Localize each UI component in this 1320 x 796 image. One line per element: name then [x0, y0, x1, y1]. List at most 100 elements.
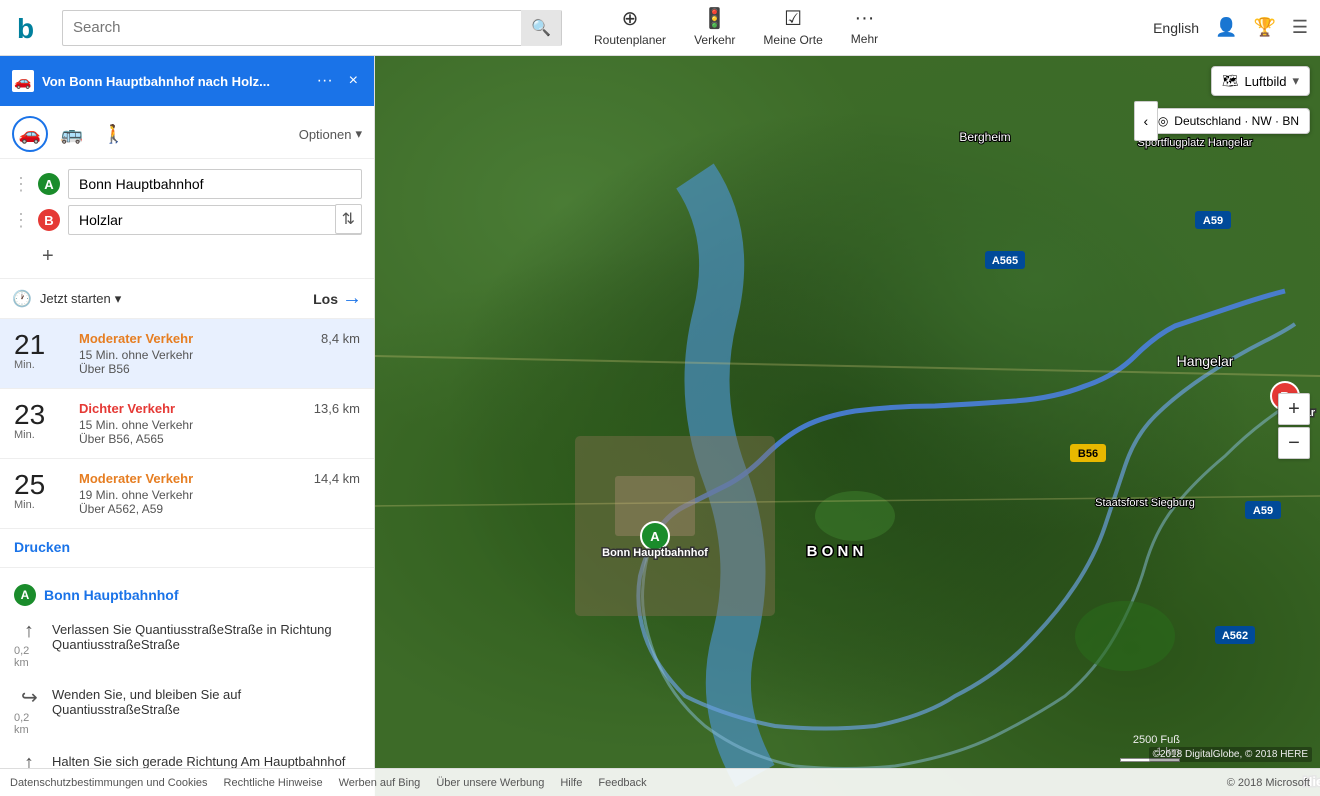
- footer-advertise[interactable]: Werben auf Bing: [339, 777, 421, 789]
- nav-more[interactable]: ··· Mehr: [839, 3, 890, 52]
- turn-by-turn: A Bonn Hauptbahnhof ↑ 0,2 km Verlassen S…: [0, 568, 374, 795]
- traffic-icon: 🚦: [702, 6, 727, 31]
- footer-copyright: © 2018 Microsoft: [1227, 777, 1310, 789]
- bing-logo[interactable]: b: [12, 8, 52, 48]
- depart-row: 🕐 Jetzt starten ▾ Los →: [0, 279, 374, 319]
- header-right: English 👤 🏆 ☰: [1153, 17, 1308, 38]
- route-time-1: 21 Min.: [14, 331, 69, 371]
- map-toggle-arrow-icon: ▾: [1292, 73, 1299, 89]
- traffic-label-3: Moderater Verkehr: [79, 471, 314, 486]
- route-distance-3: 14,4 km: [314, 471, 360, 486]
- svg-text:A59: A59: [1253, 505, 1273, 517]
- svg-text:B O N N: B O N N: [807, 543, 864, 560]
- route-mins-2: 23: [14, 401, 69, 429]
- depart-button[interactable]: Jetzt starten ▾: [40, 291, 121, 307]
- map-view-icon: 🗺: [1222, 73, 1239, 89]
- svg-text:Bergheim: Bergheim: [959, 130, 1010, 144]
- zoom-in-button[interactable]: +: [1278, 393, 1310, 425]
- search-button[interactable]: 🔍: [521, 10, 561, 46]
- route-details-3: Moderater Verkehr 19 Min. ohne Verkehr Ü…: [69, 471, 314, 516]
- turn-step-1: ↑ 0,2 km Verlassen Sie QuantiusstraßeStr…: [0, 612, 374, 677]
- go-button[interactable]: Los →: [313, 287, 362, 310]
- trophy-icon-button[interactable]: 🏆: [1253, 17, 1275, 38]
- add-stop-row: +: [12, 241, 362, 268]
- svg-text:A565: A565: [992, 255, 1018, 267]
- car-mode-button[interactable]: 🚗: [12, 116, 48, 152]
- route-option-3[interactable]: 25 Min. Moderater Verkehr 19 Min. ohne V…: [0, 459, 374, 529]
- sidebar-header: 🚗 Von Bonn Hauptbahnhof nach Holz... ···…: [0, 56, 374, 106]
- ellipsis-icon: ···: [317, 72, 333, 89]
- start-waypoint-marker: A: [14, 584, 36, 606]
- route-sub-1: 15 Min. ohne Verkehr: [79, 348, 321, 362]
- turn-icon-col-2: ↩ 0,2 km: [14, 685, 44, 736]
- map-copyright: ©2018 DigitalGlobe, © 2018 HERE: [1149, 747, 1312, 762]
- turn-instruction-2: Wenden Sie, und bleiben Sie auf Quantius…: [44, 685, 360, 717]
- user-icon-button[interactable]: 👤: [1215, 17, 1237, 38]
- options-label: Optionen: [299, 127, 352, 142]
- route-options: 21 Min. Moderater Verkehr 15 Min. ohne V…: [0, 319, 374, 796]
- myplaces-icon: ☑: [784, 6, 802, 31]
- route-details-2: Dichter Verkehr 15 Min. ohne Verkehr Übe…: [69, 401, 314, 446]
- map-area[interactable]: A B Bonn Hauptbahnhof Holzlar Bergheim S…: [375, 56, 1320, 796]
- trophy-icon: 🏆: [1253, 17, 1275, 37]
- language-button[interactable]: English: [1153, 20, 1199, 36]
- header: b 🔍 ⊕ Routenplaner 🚦 Verkehr ☑ Meine Ort…: [0, 0, 1320, 56]
- menu-button[interactable]: ☰: [1292, 17, 1308, 38]
- start-input[interactable]: [68, 169, 362, 199]
- map-view-label: Luftbild: [1245, 74, 1287, 89]
- routeplanner-icon: ⊕: [622, 6, 639, 31]
- route-option-1[interactable]: 21 Min. Moderater Verkehr 15 Min. ohne V…: [0, 319, 374, 389]
- search-bar: 🔍: [62, 10, 562, 46]
- depart-label: Jetzt starten: [40, 291, 111, 306]
- print-button[interactable]: Drucken: [14, 539, 70, 555]
- nav-more-label: Mehr: [851, 32, 878, 46]
- main: 🚗 Von Bonn Hauptbahnhof nach Holz... ···…: [0, 56, 1320, 796]
- route-inputs: ⋮ A ⋮ B ⇅ +: [0, 159, 374, 279]
- nav-routeplanner[interactable]: ⊕ Routenplaner: [582, 2, 678, 53]
- close-icon: ×: [349, 72, 358, 89]
- footer-legal[interactable]: Rechtliche Hinweise: [224, 777, 323, 789]
- collapse-sidebar-button[interactable]: ‹: [1134, 101, 1158, 141]
- print-row: Drucken: [0, 529, 374, 568]
- svg-text:A562: A562: [1222, 630, 1248, 642]
- route-sub-2: 15 Min. ohne Verkehr: [79, 418, 314, 432]
- route-mins-label-3: Min.: [14, 499, 69, 511]
- footer-help[interactable]: Hilfe: [560, 777, 582, 789]
- end-input[interactable]: [68, 205, 362, 235]
- footer-about-ads[interactable]: Über unsere Werbung: [436, 777, 544, 789]
- map-view-toggle[interactable]: 🗺 Luftbild ▾: [1211, 66, 1310, 96]
- route-via-2: Über B56, A565: [79, 432, 314, 446]
- turn-instruction-3: Halten Sie sich gerade Richtung Am Haupt…: [44, 752, 360, 769]
- go-label: Los: [313, 291, 338, 307]
- turn-arrow-1: ↑: [24, 620, 34, 643]
- route-more-button[interactable]: ···: [313, 70, 337, 92]
- transport-modes: 🚗 🚌 🚶 Optionen ▾: [0, 106, 374, 159]
- car-mode-icon: 🚗: [12, 70, 34, 92]
- turn-arrow-2: ↩: [21, 685, 38, 710]
- route-via-1: Über B56: [79, 362, 321, 376]
- route-distance-2: 13,6 km: [314, 401, 360, 416]
- route-via-3: Über A562, A59: [79, 502, 314, 516]
- depart-arrow-icon: ▾: [115, 291, 122, 307]
- zoom-out-button[interactable]: −: [1278, 427, 1310, 459]
- route-option-2[interactable]: 23 Min. Dichter Verkehr 15 Min. ohne Ver…: [0, 389, 374, 459]
- swap-button[interactable]: ⇅: [335, 204, 362, 234]
- map-svg: A B Bonn Hauptbahnhof Holzlar Bergheim S…: [375, 56, 1320, 796]
- close-button[interactable]: ×: [345, 70, 362, 92]
- walk-mode-button[interactable]: 🚶: [96, 116, 132, 152]
- footer-privacy[interactable]: Datenschutzbestimmungen und Cookies: [10, 777, 208, 789]
- footer-feedback[interactable]: Feedback: [598, 777, 646, 789]
- transit-mode-button[interactable]: 🚌: [54, 116, 90, 152]
- nav-myplaces-label: Meine Orte: [763, 33, 822, 47]
- start-drag-handle: ⋮: [12, 174, 30, 195]
- nav-traffic-label: Verkehr: [694, 33, 735, 47]
- nav-items: ⊕ Routenplaner 🚦 Verkehr ☑ Meine Orte ··…: [582, 2, 890, 53]
- add-stop-button[interactable]: +: [42, 245, 54, 268]
- options-button[interactable]: Optionen ▾: [299, 126, 362, 142]
- traffic-label-2: Dichter Verkehr: [79, 401, 314, 416]
- add-icon: +: [42, 245, 54, 267]
- nav-myplaces[interactable]: ☑ Meine Orte: [751, 2, 834, 53]
- location-icon: ◎: [1158, 114, 1168, 128]
- search-input[interactable]: [63, 19, 521, 36]
- nav-traffic[interactable]: 🚦 Verkehr: [682, 2, 747, 53]
